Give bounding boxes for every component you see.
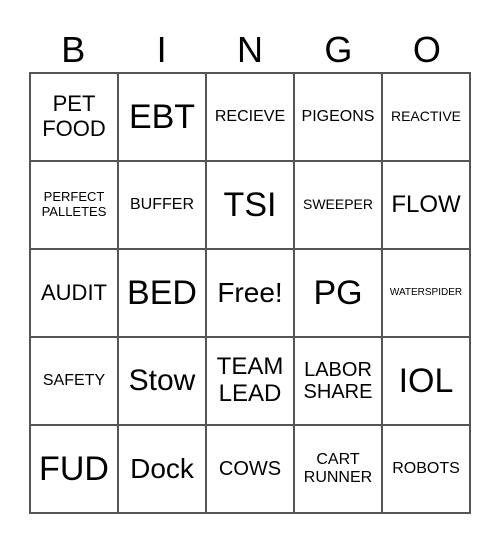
bingo-cell[interactable]: Stow [118, 337, 206, 425]
cell-label: COWS [218, 457, 282, 480]
cell-label: PIGEONS [301, 108, 375, 126]
header-letter-i: I [156, 29, 167, 70]
bingo-cell[interactable]: PIGEONS [294, 73, 382, 161]
cell-label: FLOW [391, 190, 461, 218]
cell-label: Dock [130, 453, 194, 485]
header-letter-g: G [324, 29, 353, 70]
bingo-cell[interactable]: BUFFER [118, 161, 206, 249]
bingo-cell[interactable]: Dock [118, 425, 206, 513]
bingo-cell[interactable]: Free! [206, 249, 294, 337]
cell-label: IOL [398, 361, 454, 400]
bingo-cell[interactable]: EBT [118, 73, 206, 161]
bingo-cell[interactable]: TEAM LEAD [206, 337, 294, 425]
bingo-grid: PET FOOD EBT RECIEVE PIGEONS REACTIVE PERFECT… [29, 72, 471, 514]
cell-label: WATERSPIDER [389, 287, 463, 299]
header-letter-b: B [61, 29, 86, 70]
cell-label: BED [127, 273, 197, 312]
cell-label: Free! [217, 277, 283, 309]
cell-label: CART RUNNER [303, 451, 373, 486]
bingo-cell[interactable]: PG [294, 249, 382, 337]
cell-label: TSI [223, 185, 277, 224]
cell-label: EBT [128, 97, 196, 136]
cell-label: SAFETY [42, 372, 106, 390]
bingo-header: B I N G O [29, 28, 471, 72]
bingo-cell[interactable]: REACTIVE [382, 73, 470, 161]
bingo-cell[interactable]: ROBOTS [382, 425, 470, 513]
cell-label: PERFECT PALLETES [41, 189, 107, 219]
cell-label: PET FOOD [42, 91, 106, 141]
bingo-cell[interactable]: SWEEPER [294, 161, 382, 249]
cell-label: REACTIVE [390, 108, 461, 125]
bingo-cell[interactable]: LABOR SHARE [294, 337, 382, 425]
header-letter-o: O [412, 29, 441, 70]
cell-label: FUD [39, 449, 109, 488]
cell-label: ROBOTS [392, 460, 460, 478]
cell-label: SWEEPER [302, 196, 373, 213]
bingo-cell[interactable]: PERFECT PALLETES [30, 161, 118, 249]
cell-label: Stow [128, 364, 196, 398]
bingo-cell[interactable]: PET FOOD [30, 73, 118, 161]
bingo-cell[interactable]: RECIEVE [206, 73, 294, 161]
header-letter-n: N [237, 29, 264, 70]
cell-label: LABOR SHARE [303, 358, 373, 403]
bingo-cell[interactable]: IOL [382, 337, 470, 425]
cell-label: AUDIT [41, 279, 107, 305]
bingo-cell[interactable]: COWS [206, 425, 294, 513]
cell-label: TEAM LEAD [216, 353, 284, 407]
bingo-cell[interactable]: TSI [206, 161, 294, 249]
bingo-cell[interactable]: FLOW [382, 161, 470, 249]
bingo-cell[interactable]: SAFETY [30, 337, 118, 425]
bingo-cell[interactable]: FUD [30, 425, 118, 513]
cell-label: RECIEVE [214, 108, 286, 126]
bingo-cell[interactable]: BED [118, 249, 206, 337]
cell-label: BUFFER [130, 196, 194, 214]
bingo-cell[interactable]: WATERSPIDER [382, 249, 470, 337]
bingo-cell[interactable]: AUDIT [30, 249, 118, 337]
cell-label: PG [313, 273, 363, 312]
bingo-cell[interactable]: CART RUNNER [294, 425, 382, 513]
